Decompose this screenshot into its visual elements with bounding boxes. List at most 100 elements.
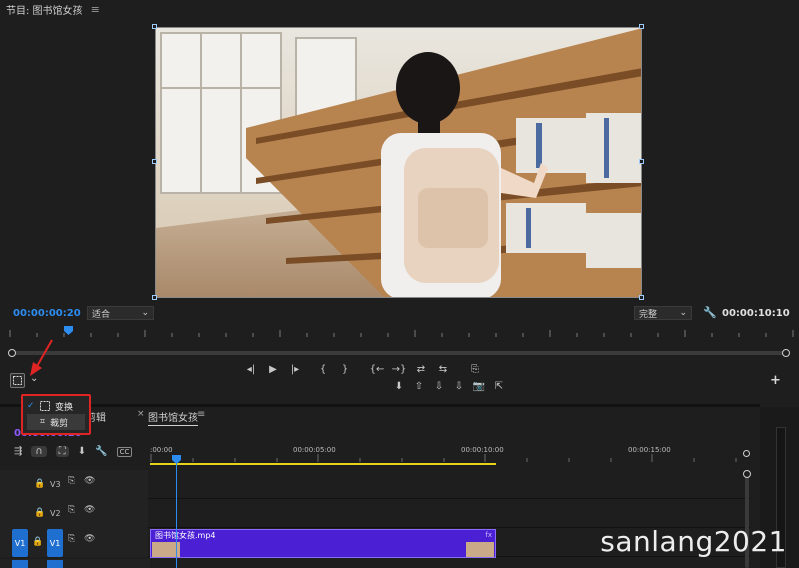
playback-resolution-select[interactable]: 完整 ⌄	[634, 306, 692, 320]
lock-icon[interactable]: 🔒	[34, 508, 45, 518]
sync-lock-icon[interactable]: ⎘	[68, 534, 75, 544]
panel-menu-icon[interactable]: ≡	[91, 3, 100, 16]
camera-icon[interactable]: 📷	[470, 380, 488, 394]
nest-icon[interactable]: ⇶	[14, 446, 22, 457]
transform-handle-tr[interactable]	[639, 24, 644, 29]
eye-icon[interactable]: 👁	[84, 534, 95, 544]
vscroll-top-handle[interactable]	[743, 470, 751, 478]
step-forward-button[interactable]: |▸	[286, 363, 304, 377]
export-button[interactable]: ⇱	[490, 380, 508, 394]
menu-item-crop[interactable]: ⌗ 裁剪	[27, 414, 85, 430]
eye-icon[interactable]: 👁	[84, 476, 95, 486]
add-button-icon[interactable]: +	[770, 373, 781, 388]
track-a1-partial	[0, 559, 150, 568]
clip-name: 图书馆女孩.mp4	[155, 531, 216, 540]
red-annotation-arrow	[30, 339, 53, 376]
transform-handle-bl[interactable]	[152, 295, 157, 300]
lift-button[interactable]: ⇄	[412, 363, 430, 377]
track-v3: 🔒 V3 ⎘ 👁	[0, 470, 750, 499]
lock-icon[interactable]: 🔒	[34, 479, 45, 489]
sync-lock-icon[interactable]: ⎘	[68, 505, 75, 515]
menu-item-crop-label: 裁剪	[50, 418, 69, 429]
tab-sequence[interactable]: 图书馆女孩	[148, 409, 198, 426]
mark-in-button[interactable]: {	[314, 363, 332, 377]
scroll-start-handle[interactable]	[8, 349, 16, 357]
playhead-timecode[interactable]: 00:00:00:20	[13, 308, 81, 319]
playback-resolution-value: 完整	[639, 309, 658, 320]
playhead-line[interactable]	[176, 460, 177, 568]
go-to-out-button[interactable]: →}	[390, 363, 408, 377]
go-to-in-button[interactable]: {←	[368, 363, 386, 377]
monitor-zoom-scrollbar[interactable]	[8, 349, 790, 357]
export-frame-alt-button[interactable]: ⎘	[466, 363, 484, 377]
crop-icon: ⌗	[40, 417, 46, 427]
tab-menu-icon[interactable]: ≡	[197, 409, 205, 420]
program-monitor-title-text: 节目: 图书馆女孩	[6, 6, 83, 17]
transport-controls-row1: ◂| ▶ |▸ { } {← →} ⇄ ⇆ ⎘	[242, 363, 484, 377]
insert-button[interactable]: ⇧	[410, 380, 428, 394]
watermark-text: sanlang2021	[600, 525, 787, 558]
source-patch-v1[interactable]: V1	[12, 529, 28, 557]
add-marker-icon[interactable]: ⬇	[78, 446, 86, 457]
chevron-down-icon: ⌄	[679, 308, 687, 318]
work-area-bar	[150, 463, 496, 465]
scroll-end-handle[interactable]	[782, 349, 790, 357]
ruler-label-5s: 00:00:05:00	[293, 446, 336, 454]
lock-icon[interactable]: 🔒	[32, 537, 43, 547]
linked-selection-icon[interactable]: ⛶	[55, 446, 69, 457]
snap-icon[interactable]: ∩	[31, 446, 47, 457]
mark-out-button[interactable]: }	[336, 363, 354, 377]
ruler-label-15s: 00:00:15:00	[628, 446, 671, 454]
transform-handle-br[interactable]	[639, 295, 644, 300]
wrench-icon[interactable]: 🔧	[703, 306, 717, 319]
fx-badge: fx	[485, 531, 492, 539]
zoom-level-select[interactable]: 适合 ⌄	[87, 306, 154, 320]
video-frame-image	[156, 28, 641, 297]
ruler-label-10s: 00:00:10:00	[461, 446, 504, 454]
add-marker-button[interactable]: ⬇	[390, 380, 408, 394]
zoom-level-value: 适合	[92, 309, 111, 320]
video-preview[interactable]	[155, 27, 642, 298]
transform-icon	[13, 376, 22, 385]
track-header-v2: 🔒 V2 ⎘ 👁	[0, 499, 148, 528]
transform-icon	[40, 401, 50, 411]
transform-handle-ml[interactable]	[152, 159, 157, 164]
monitor-time-ruler[interactable]	[0, 325, 799, 339]
ruler-label-0: :00:00	[150, 446, 173, 454]
menu-item-transform-label: 变换	[55, 402, 74, 413]
play-button[interactable]: ▶	[264, 363, 282, 377]
transport-controls-row2: ⬇ ⇧ ⇩ ⇩ 📷 ⇱	[390, 380, 508, 394]
ruler-ticks	[150, 454, 737, 465]
menu-item-transform[interactable]: ✓ 变换	[27, 398, 85, 414]
hscroll-end-handle[interactable]	[743, 450, 750, 457]
program-monitor-title: 节目: 图书馆女孩 ≡	[6, 2, 100, 17]
step-back-button[interactable]: ◂|	[242, 363, 260, 377]
lift-down-button[interactable]: ⇩	[450, 380, 468, 394]
track-target-a1[interactable]	[47, 560, 63, 568]
track-header-v3: 🔒 V3 ⎘ 👁	[0, 470, 148, 499]
tool-dropdown-menu: ✓ 变换 ⌗ 裁剪	[21, 394, 91, 435]
timeline-ruler[interactable]: :00:00 00:00:05:00 00:00:10:00 00:00:15:…	[150, 444, 750, 466]
video-clip[interactable]: 图书馆女孩.mp4 fx	[150, 529, 496, 558]
tab-close-icon[interactable]: ×	[137, 409, 145, 419]
eye-icon[interactable]: 👁	[84, 505, 95, 515]
transform-tool-button[interactable]	[10, 373, 25, 388]
sync-lock-icon[interactable]: ⎘	[68, 476, 75, 486]
chevron-down-icon: ⌄	[141, 308, 149, 318]
panel-divider[interactable]	[0, 404, 760, 407]
source-patch-a1[interactable]	[12, 560, 28, 568]
transform-handle-tl[interactable]	[152, 24, 157, 29]
settings-wrench-icon[interactable]: 🔧	[95, 446, 107, 457]
checkmark-icon: ✓	[27, 401, 35, 411]
track-v2: 🔒 V2 ⎘ 👁	[0, 499, 750, 528]
timeline-toolbar: ⇶ ∩ ⛶ ⬇ 🔧 CC	[14, 446, 133, 457]
transform-handle-mr[interactable]	[639, 159, 644, 164]
track-name-v3: V3	[50, 480, 61, 489]
captions-icon[interactable]: CC	[116, 446, 133, 457]
track-name-v1[interactable]: V1	[47, 529, 63, 557]
track-name-v2: V2	[50, 509, 61, 518]
overwrite-button[interactable]: ⇩	[430, 380, 448, 394]
track-header-v1: V1 🔒 V1 ⎘ 👁	[0, 528, 148, 557]
duration-timecode: 00:00:10:10	[722, 308, 790, 319]
extract-button[interactable]: ⇆	[434, 363, 452, 377]
